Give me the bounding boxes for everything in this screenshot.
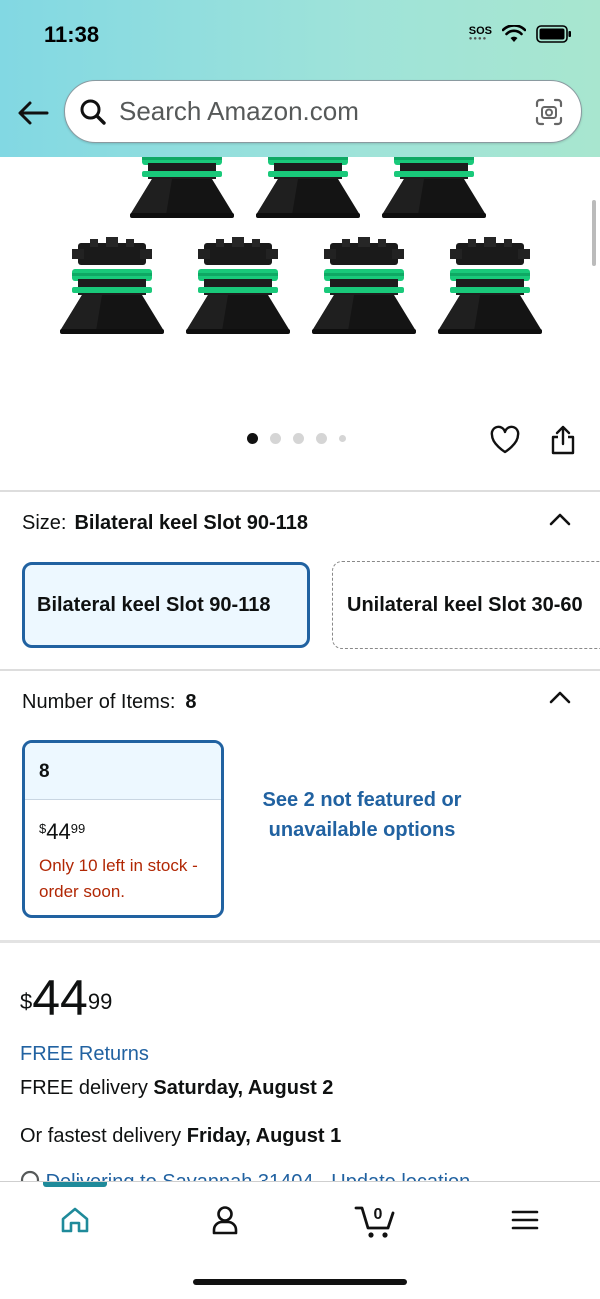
- gallery-dot[interactable]: [316, 433, 327, 444]
- see-unavailable-options-link[interactable]: See 2 not featured or unavailable option…: [252, 786, 472, 845]
- add-to-wishlist-button[interactable]: [486, 421, 524, 459]
- active-tab-indicator: [43, 1182, 107, 1187]
- items-label-key: Number of Items:: [22, 691, 176, 713]
- chevron-up-icon: [549, 513, 571, 526]
- fastest-delivery-info: Or fastest delivery Friday, August 1: [20, 1125, 342, 1147]
- search-icon: [80, 99, 106, 125]
- stock-warning: Only 10 left in stock - order soon.: [39, 856, 198, 901]
- bottom-navigation-bar: 0: [0, 1181, 600, 1299]
- option-price: $4499: [39, 819, 86, 844]
- search-input[interactable]: [119, 91, 531, 132]
- size-label-key: Size:: [22, 512, 67, 534]
- app-header: 11:38 SOS ●●●●: [0, 0, 600, 157]
- items-collapse-button[interactable]: [546, 687, 574, 707]
- home-icon: [61, 1207, 89, 1233]
- size-option-label: Bilateral keel Slot 90-118: [37, 593, 271, 616]
- gallery-dot[interactable]: [339, 435, 346, 442]
- section-divider: [0, 490, 600, 492]
- back-button[interactable]: [14, 96, 52, 130]
- gallery-dot[interactable]: [293, 433, 304, 444]
- items-selector-label: Number of Items: 8: [22, 691, 197, 714]
- nav-menu-button[interactable]: [495, 1198, 555, 1242]
- nav-home-button[interactable]: [45, 1198, 105, 1242]
- section-divider: [0, 940, 600, 943]
- status-icons: SOS ●●●●: [469, 25, 572, 43]
- size-selector-label: Size: Bilateral keel Slot 90-118: [22, 512, 308, 535]
- delivery-location-link[interactable]: Delivering to Savannah 31404 - Update lo…: [20, 1168, 600, 1182]
- product-price: $4499: [20, 970, 113, 1026]
- page-scroll-indicator[interactable]: [592, 200, 596, 266]
- account-icon: [212, 1206, 238, 1235]
- size-option-selected[interactable]: Bilateral keel Slot 90-118: [22, 562, 310, 648]
- search-bar[interactable]: [64, 80, 582, 143]
- size-selected-value: Bilateral keel Slot 90-118: [74, 512, 308, 534]
- gallery-dot[interactable]: [247, 433, 258, 444]
- wifi-icon: [502, 25, 526, 42]
- gallery-pagination-dots[interactable]: [247, 433, 346, 444]
- items-selected-value: 8: [185, 691, 197, 713]
- nav-cart-button[interactable]: 0: [345, 1198, 405, 1242]
- heart-icon: [490, 425, 520, 454]
- share-icon: [551, 425, 575, 455]
- nav-account-button[interactable]: [195, 1198, 255, 1242]
- battery-icon: [536, 25, 571, 43]
- camera-search-button[interactable]: [531, 94, 567, 130]
- delivery-info: FREE delivery Saturday, August 2: [20, 1077, 334, 1099]
- item-count-value: 8: [25, 743, 221, 800]
- status-time: 11:38: [44, 22, 100, 47]
- free-returns-link[interactable]: FREE Returns: [20, 1043, 149, 1066]
- share-button[interactable]: [544, 421, 582, 459]
- arrow-left-icon: [18, 101, 49, 125]
- gallery-dot[interactable]: [270, 433, 281, 444]
- section-divider: [0, 669, 600, 671]
- size-collapse-button[interactable]: [546, 509, 574, 529]
- hamburger-menu-icon: [511, 1210, 539, 1230]
- item-count-option-selected[interactable]: 8 $4499 Only 10 left in stock - order so…: [22, 740, 224, 918]
- home-indicator[interactable]: [193, 1279, 407, 1285]
- cart-icon: 0: [354, 1206, 395, 1238]
- chevron-up-icon: [549, 691, 571, 704]
- size-option[interactable]: Unilateral keel Slot 30-60: [332, 561, 600, 649]
- delivery-date: Saturday, August 2: [153, 1077, 334, 1099]
- cart-count: 0: [374, 1206, 383, 1223]
- camera-scan-icon: [535, 98, 563, 125]
- size-option-label: Unilateral keel Slot 30-60: [347, 593, 583, 616]
- fastest-delivery-date: Friday, August 1: [186, 1125, 342, 1147]
- sos-indicator: SOS ●●●●: [468, 25, 492, 43]
